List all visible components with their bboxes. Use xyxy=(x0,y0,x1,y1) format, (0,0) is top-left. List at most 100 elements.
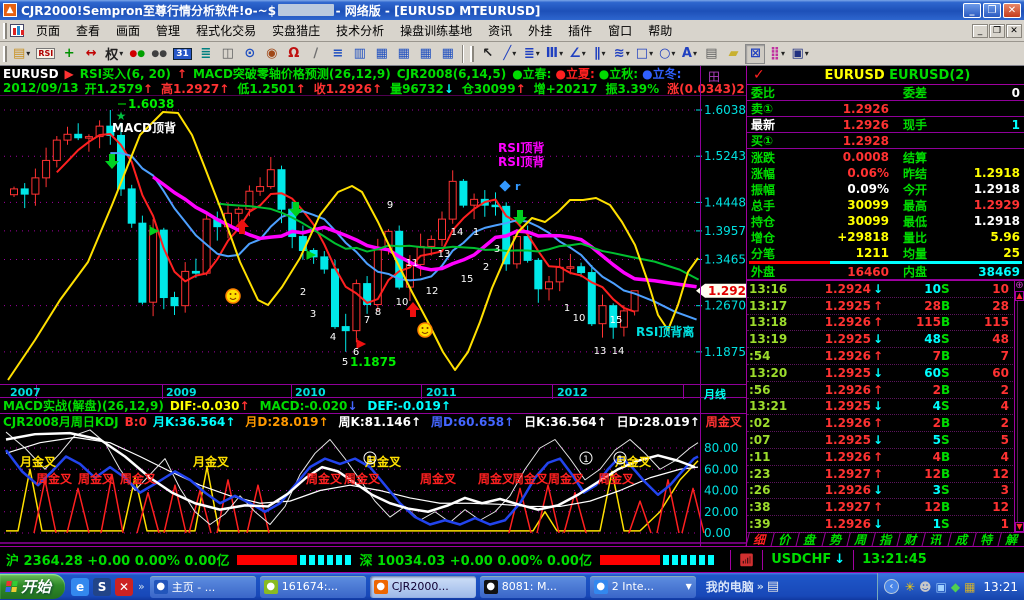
quote-tab-周[interactable]: 周 xyxy=(846,533,875,547)
move-tool-icon[interactable]: + xyxy=(59,44,79,64)
tick-row[interactable]: 13:191.2925↓48S48 xyxy=(747,331,1013,348)
link-tray-icon[interactable]: ◆ xyxy=(951,580,960,594)
color-dots-icon[interactable]: ⣿▾ xyxy=(767,44,787,64)
tick-row[interactable]: 13:171.2925↑28B28 xyxy=(747,298,1013,315)
kdj-chart[interactable]: 80.0060.0040.0020.000.00月金叉月金叉月金叉月金叉周金叉周… xyxy=(0,429,746,546)
tick-row[interactable]: :561.2926↑2B2 xyxy=(747,382,1013,399)
scroll-up-icon[interactable]: ▲ xyxy=(1015,291,1024,301)
chart-window-icon-3[interactable]: ▦ xyxy=(416,44,436,64)
deskband-chevron-icon[interactable]: » xyxy=(757,580,764,593)
restore-button[interactable]: ❐ xyxy=(983,3,1001,18)
mdi-close-button[interactable]: ✕ xyxy=(1006,24,1022,38)
users-tray-icon[interactable]: ☻ xyxy=(919,580,932,594)
tick-row[interactable]: 13:181.2926↑115B115 xyxy=(747,315,1013,332)
traffic-light-icon[interactable]: ●● xyxy=(127,44,147,64)
pen-tool-icon[interactable]: ∕ xyxy=(306,44,326,64)
books-icon[interactable]: ≣ xyxy=(196,44,216,64)
quicklaunch-chevron-icon[interactable]: » xyxy=(138,580,145,593)
ellipse-tool-icon[interactable]: ○▾ xyxy=(657,44,677,64)
quote-tab-讯[interactable]: 讯 xyxy=(922,533,951,547)
tray-collapse-icon[interactable]: ‹ xyxy=(884,579,899,594)
task-button-8081M[interactable]: ●8081: M... xyxy=(480,576,586,598)
menubar-grip[interactable] xyxy=(3,23,7,39)
quote-tab-成[interactable]: 成 xyxy=(947,533,976,547)
quote-tab-盘[interactable]: 盘 xyxy=(796,533,825,547)
toolbar-grip-1[interactable] xyxy=(3,46,7,62)
chart-window-icon-1[interactable]: ▦ xyxy=(372,44,392,64)
alarm-bell-icon[interactable]: Ω xyxy=(284,44,304,64)
task-button-CJR2000[interactable]: ●CJR2000... xyxy=(370,576,476,598)
menu-item-资讯[interactable]: 资讯 xyxy=(480,20,520,41)
tick-row[interactable]: :381.2927↑12B12 xyxy=(747,499,1013,516)
tick-row[interactable]: :391.2926↓1S1 xyxy=(747,516,1013,533)
vline-tool-icon[interactable]: Ⅲ▾ xyxy=(544,44,565,64)
tick-row[interactable]: 13:211.2925↓4S4 xyxy=(747,399,1013,416)
tick-row[interactable]: :021.2926↑2B2 xyxy=(747,415,1013,432)
tick-list[interactable]: ⊕ ▲ ▼ 13:161.2924↓10S1013:171.2925↑28B28… xyxy=(747,280,1024,532)
scroll-track[interactable] xyxy=(1017,301,1022,522)
mdi-minimize-button[interactable]: _ xyxy=(972,24,988,38)
copy-tool-icon[interactable]: ▤ xyxy=(701,44,721,64)
menu-item-管理[interactable]: 管理 xyxy=(148,20,188,41)
crosshair-icon[interactable]: ⊕ xyxy=(1015,281,1023,291)
tick-scrollbar[interactable]: ⊕ ▲ ▼ xyxy=(1014,281,1024,532)
mdi-restore-button[interactable]: ❐ xyxy=(989,24,1005,38)
chart-window-icon-4[interactable]: ▦ xyxy=(438,44,458,64)
tick-row[interactable]: :071.2925↓5S5 xyxy=(747,432,1013,449)
gann-tool-icon[interactable]: ≋▾ xyxy=(612,44,632,64)
menu-item-实盘猎庄[interactable]: 实盘猎庄 xyxy=(264,20,328,41)
lock-tool-icon[interactable]: ⊠ xyxy=(745,44,765,64)
columns-layout-icon[interactable]: ▥ xyxy=(350,44,370,64)
open-chart-icon[interactable]: ▤▾ xyxy=(11,44,32,64)
save-tool-icon[interactable]: ▣▾ xyxy=(789,44,810,64)
keyboard-icon[interactable]: ▤ xyxy=(767,579,779,594)
menu-item-页面[interactable]: 页面 xyxy=(28,20,68,41)
eraser-tool-icon[interactable]: ▰ xyxy=(723,44,743,64)
pointer-tool-icon[interactable]: ↖ xyxy=(478,44,498,64)
menu-item-程式化交易[interactable]: 程式化交易 xyxy=(188,20,264,41)
rights-adjust-icon[interactable]: 权▾ xyxy=(103,44,125,64)
menu-item-窗口[interactable]: 窗口 xyxy=(600,20,640,41)
quote-tab-势[interactable]: 势 xyxy=(821,533,850,547)
task-button-[interactable]: ●主页 - ... xyxy=(150,576,256,598)
menu-item-操盘训练基地[interactable]: 操盘训练基地 xyxy=(392,20,480,41)
tick-row[interactable]: 13:161.2924↓10S10 xyxy=(747,281,1013,298)
open-book-icon[interactable]: ◫ xyxy=(218,44,238,64)
menu-item-查看[interactable]: 查看 xyxy=(68,20,108,41)
ie-quicklaunch-icon[interactable]: e xyxy=(71,578,89,596)
quote-tab-特[interactable]: 特 xyxy=(972,533,1001,547)
ray-tool-icon[interactable]: ∠▾ xyxy=(567,44,588,64)
rows-layout-icon[interactable]: ≡ xyxy=(328,44,348,64)
search-quote-icon[interactable]: ⊙ xyxy=(240,44,260,64)
grid-window-icon[interactable]: 田 xyxy=(708,68,720,85)
grid-tray-icon[interactable]: ▦ xyxy=(964,580,975,594)
scroll-down-icon[interactable]: ▼ xyxy=(1015,522,1024,532)
palette-icon[interactable]: ◉ xyxy=(262,44,282,64)
menu-item-画面[interactable]: 画面 xyxy=(108,20,148,41)
rect-tool-icon[interactable]: □▾ xyxy=(634,44,655,64)
rsi-indicator-icon[interactable]: RSI xyxy=(34,44,57,64)
minimize-button[interactable]: _ xyxy=(963,3,981,18)
trendline-tool-icon[interactable]: ╱▾ xyxy=(500,44,520,64)
hline-tool-icon[interactable]: ≣▾ xyxy=(522,44,542,64)
close-button[interactable]: ✕ xyxy=(1003,3,1021,18)
tick-row[interactable]: 13:201.2925↓60S60 xyxy=(747,365,1013,382)
next-pair-label[interactable]: USDCHF xyxy=(771,552,831,567)
tick-row[interactable]: :111.2926↑4B4 xyxy=(747,449,1013,466)
mdi-child-icon[interactable] xyxy=(10,24,24,37)
burst-tray-icon[interactable]: ✳ xyxy=(905,580,915,594)
text-tool-icon[interactable]: A▾ xyxy=(679,44,699,64)
tick-row[interactable]: :261.2926↓3S3 xyxy=(747,483,1013,500)
task-button-161674[interactable]: ●161674:... xyxy=(260,576,366,598)
quote-tab-解[interactable]: 解 xyxy=(997,533,1024,547)
calendar-icon[interactable]: 31 xyxy=(171,44,194,64)
tick-row[interactable]: :231.2927↑12B12 xyxy=(747,466,1013,483)
menu-item-技术分析[interactable]: 技术分析 xyxy=(328,20,392,41)
channel-tool-icon[interactable]: ∥▾ xyxy=(590,44,610,64)
network-tray-icon[interactable]: ▣ xyxy=(935,580,946,594)
candlestick-chart[interactable]: 1.60381.52431.44481.39571.34651.26701.18… xyxy=(0,96,746,384)
menu-item-插件[interactable]: 插件 xyxy=(560,20,600,41)
scroll-tool-icon[interactable]: ↔ xyxy=(81,44,101,64)
task-button-2Inte[interactable]: ●2 Inte...▼ xyxy=(590,576,696,598)
toolbar-grip-2[interactable] xyxy=(470,46,474,62)
